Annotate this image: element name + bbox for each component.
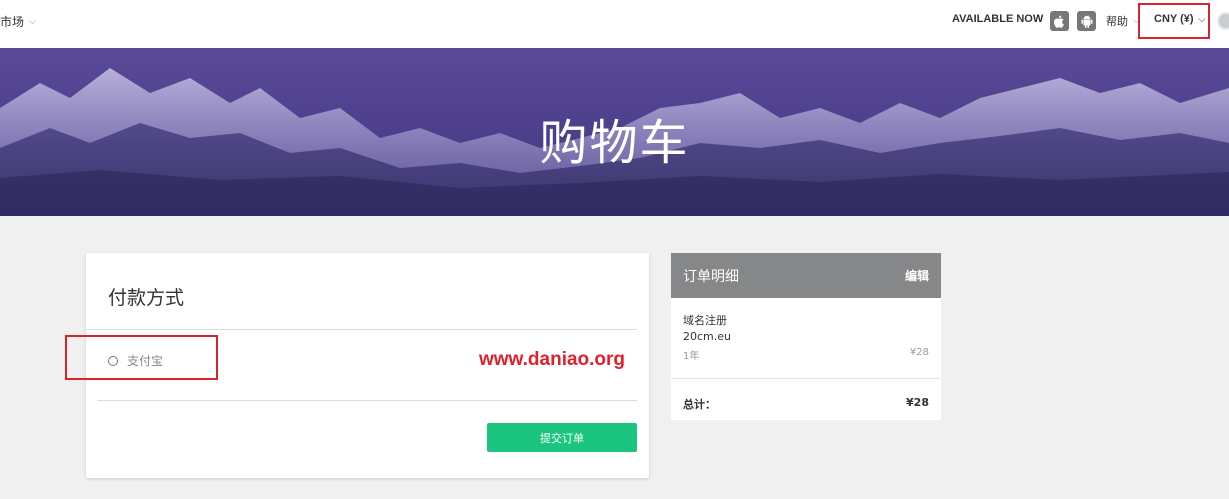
order-item-price: ¥28: [909, 347, 929, 358]
currency-selector[interactable]: CNY (¥) ⌵: [1154, 13, 1205, 25]
android-icon[interactable]: [1077, 11, 1096, 31]
order-summary-title: 订单明细: [683, 268, 739, 285]
divider: [671, 378, 941, 379]
order-item-period: 1年: [683, 351, 700, 362]
total-value: ¥28: [906, 396, 929, 409]
payment-method-card: 付款方式 支付宝 www.daniao.org 提交订单: [86, 253, 649, 478]
help-menu[interactable]: 帮助 ⌵: [1106, 13, 1140, 29]
order-item-type: 域名注册: [683, 314, 727, 327]
divider: [97, 400, 637, 401]
radio-button[interactable]: [108, 355, 118, 366]
page-title: 购物车: [539, 115, 690, 171]
payment-option-alipay[interactable]: 支付宝: [108, 352, 163, 369]
chevron-down-icon: ⌵: [29, 16, 36, 27]
market-label: 市场: [0, 15, 25, 29]
chevron-down-icon: ⌵: [1133, 16, 1140, 26]
order-summary-header: 订单明细 编辑: [671, 253, 941, 298]
help-label: 帮助: [1106, 15, 1128, 28]
payment-option-label: 支付宝: [127, 354, 164, 368]
order-summary-card: 订单明细 编辑 域名注册 20cm.eu 1年 ¥28 总计： ¥28: [671, 253, 941, 420]
currency-label: CNY (¥): [1154, 13, 1194, 25]
submit-order-button[interactable]: 提交订单: [487, 423, 637, 452]
divider: [86, 329, 637, 330]
edit-link[interactable]: 编辑: [905, 267, 929, 284]
available-now-label: AVAILABLE NOW: [952, 13, 1044, 25]
hero-banner: 购物车: [0, 48, 1229, 216]
top-navbar: 市场 ⌵ AVAILABLE NOW 帮助 ⌵ CNY (¥) ⌵: [0, 0, 1229, 48]
order-item-domain: 20cm.eu: [683, 330, 731, 343]
chevron-down-icon: ⌵: [1198, 13, 1206, 24]
payment-title: 付款方式: [108, 287, 185, 309]
watermark-text: www.daniao.org: [479, 349, 626, 370]
total-label: 总计：: [683, 398, 716, 411]
avatar[interactable]: [1217, 12, 1229, 30]
market-menu[interactable]: 市场 ⌵: [0, 13, 36, 30]
apple-icon[interactable]: [1050, 11, 1069, 31]
